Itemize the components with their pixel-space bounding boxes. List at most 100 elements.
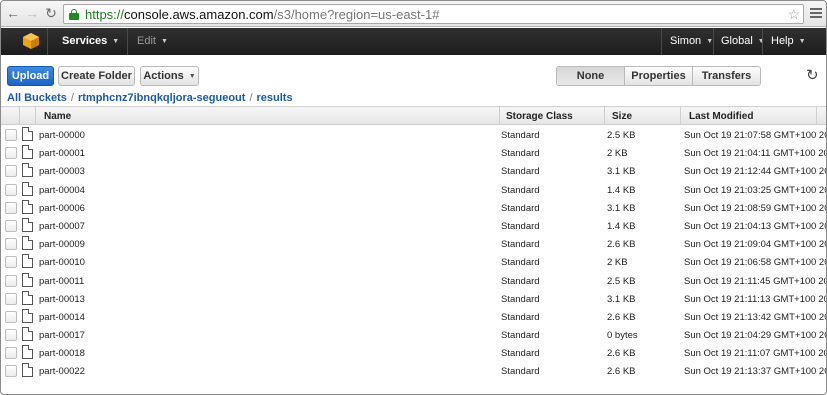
column-divider	[604, 107, 605, 125]
view-none-button[interactable]: None	[557, 67, 624, 85]
user-menu[interactable]: Simon ▼	[670, 35, 713, 47]
table-row[interactable]: part-00010 Standard 2 KB Sun Oct 19 21:06:5…	[1, 253, 826, 271]
column-header-storage-class[interactable]: Storage Class	[506, 111, 573, 122]
forward-icon[interactable]: →	[24, 5, 40, 21]
last-modified: Sun Oct 19 21:08:59 GMT+100 2014	[684, 202, 827, 214]
table-row[interactable]: part-00001 Standard 2 KB Sun Oct 19 21:04:1…	[1, 144, 826, 162]
column-header-name[interactable]: Name	[44, 111, 71, 122]
file-name[interactable]: part-00003	[39, 166, 85, 177]
file-size: 2.5 KB	[607, 130, 636, 141]
storage-class: Standard	[501, 257, 540, 269]
aws-top-nav: Services ▼ Edit ▼ Simon▼ Global▼ Help ▼	[1, 28, 826, 55]
file-name[interactable]: part-00014	[39, 312, 85, 323]
row-checkbox[interactable]	[5, 147, 17, 160]
file-name[interactable]: part-00013	[39, 294, 85, 305]
row-checkbox[interactable]	[5, 292, 17, 305]
row-checkbox[interactable]	[5, 183, 17, 196]
browser-window: ← → ↻ https://console.aws.amazon.com/s3/…	[0, 0, 827, 395]
file-name[interactable]: part-00006	[39, 203, 85, 214]
breadcrumb-folder[interactable]: results	[257, 92, 293, 104]
table-row[interactable]: part-00011 Standard 2.5 KB Sun Oct 19 21:11…	[1, 272, 826, 290]
browser-menu-icon[interactable]	[810, 8, 822, 19]
table-scrollbar[interactable]	[817, 125, 826, 380]
file-size: 2.6 KB	[607, 366, 636, 378]
row-checkbox[interactable]	[5, 256, 17, 269]
file-name[interactable]: part-00004	[39, 185, 85, 196]
url-host: console.aws.amazon.com	[124, 7, 274, 22]
table-row[interactable]: part-00018 Standard 2.6 KB Sun Oct 19 21:11…	[1, 344, 827, 362]
table-row[interactable]: part-00000 Standard 2.5 KB Sun Oct 19 21:07…	[1, 126, 827, 144]
breadcrumb-separator: /	[249, 92, 253, 104]
file-name[interactable]: part-00017	[39, 330, 85, 341]
storage-class: Standard	[501, 366, 540, 378]
table-header: Name Storage Class Size Last Modified	[1, 106, 826, 125]
last-modified: Sun Oct 19 21:09:04 GMT+100 2014	[684, 239, 827, 251]
row-checkbox[interactable]	[5, 238, 17, 251]
row-checkbox[interactable]	[5, 219, 17, 232]
nav-divider	[661, 28, 662, 55]
file-name[interactable]: part-00001	[39, 148, 85, 159]
file-icon	[22, 145, 33, 160]
help-menu[interactable]: Help ▼	[771, 35, 806, 47]
last-modified: Sun Oct 19 21:07:58 GMT+100 2014	[684, 130, 827, 141]
row-checkbox[interactable]	[5, 365, 17, 378]
table-row[interactable]: part-00009 Standard 2.6 KB Sun Oct 19 21:09…	[1, 235, 827, 253]
table-row[interactable]: part-00007 Standard 1.4 KB Sun Oct 19 21:04…	[1, 217, 826, 235]
file-name[interactable]: part-00011	[39, 276, 84, 287]
services-menu[interactable]: Services ▼	[62, 35, 119, 47]
file-name[interactable]: part-00000	[39, 130, 85, 141]
row-checkbox[interactable]	[5, 310, 17, 323]
lock-icon	[69, 9, 79, 20]
view-properties-button[interactable]: Properties	[624, 67, 692, 85]
reload-icon[interactable]: ↻	[43, 5, 59, 21]
refresh-icon[interactable]: ↻	[806, 68, 819, 84]
file-size: 0 bytes	[607, 330, 638, 342]
breadcrumb-all-buckets[interactable]: All Buckets	[7, 92, 67, 104]
create-folder-button[interactable]: Create Folder	[58, 66, 135, 86]
table-row[interactable]: part-00006 Standard 3.1 KB Sun Oct 19 21:08…	[1, 199, 827, 217]
back-icon[interactable]: ←	[5, 5, 21, 21]
table-row[interactable]: part-00017 Standard 0 bytes Sun Oct 19 21:0…	[1, 326, 826, 344]
address-bar[interactable]: https://console.aws.amazon.com/s3/home?r…	[63, 4, 804, 24]
row-checkbox[interactable]	[5, 129, 17, 141]
actions-button[interactable]: Actions ▼	[140, 66, 199, 86]
file-icon	[22, 272, 33, 287]
table-row[interactable]: part-00004 Standard 1.4 KB Sun Oct 19 21:03…	[1, 181, 826, 199]
edit-menu[interactable]: Edit ▼	[137, 35, 168, 47]
chevron-down-icon: ▼	[160, 38, 168, 45]
last-modified: Sun Oct 19 21:11:07 GMT+100 2014	[684, 348, 827, 360]
chevron-down-icon: ▼	[798, 38, 806, 45]
row-checkbox[interactable]	[5, 165, 17, 178]
file-name[interactable]: part-00022	[39, 366, 85, 377]
file-name[interactable]: part-00010	[39, 257, 85, 268]
file-name[interactable]: part-00018	[39, 348, 85, 359]
column-header-last-modified[interactable]: Last Modified	[689, 111, 753, 122]
nav-divider	[47, 28, 48, 55]
file-name[interactable]: part-00009	[39, 239, 85, 250]
table-row[interactable]: part-00014 Standard 2.6 KB Sun Oct 19 21:13…	[1, 308, 826, 326]
row-checkbox[interactable]	[5, 347, 17, 360]
aws-cube-icon[interactable]	[22, 32, 40, 50]
breadcrumb-separator: /	[70, 92, 74, 104]
nav-divider	[127, 28, 128, 55]
row-checkbox[interactable]	[5, 329, 17, 342]
last-modified: Sun Oct 19 21:12:44 GMT+100 2014	[684, 166, 827, 178]
column-divider	[680, 107, 681, 125]
file-icon	[22, 308, 33, 323]
view-transfers-button[interactable]: Transfers	[692, 67, 760, 85]
url-text[interactable]: https://console.aws.amazon.com/s3/home?r…	[85, 7, 439, 22]
table-row[interactable]: part-00013 Standard 3.1 KB Sun Oct 19 21:11…	[1, 290, 826, 308]
breadcrumb-bucket[interactable]: rtmphcnz7ibnqkqljora-segueout	[78, 92, 245, 104]
file-name[interactable]: part-00007	[39, 221, 85, 232]
table-row[interactable]: part-00003 Standard 3.1 KB Sun Oct 19 21:12…	[1, 162, 827, 180]
upload-button[interactable]: Upload	[7, 66, 54, 86]
bookmark-star-icon[interactable]: ☆	[787, 5, 800, 23]
row-checkbox[interactable]	[5, 274, 17, 287]
region-menu[interactable]: Global▼	[721, 35, 765, 47]
last-modified: Sun Oct 19 21:13:37 GMT+100 2014	[684, 366, 827, 378]
table-row[interactable]: part-00022 Standard 2.6 KB Sun Oct 19 21:13…	[1, 362, 827, 380]
storage-class: Standard	[501, 239, 540, 251]
row-checkbox[interactable]	[5, 201, 17, 214]
file-list: part-00000 Standard 2.5 KB Sun Oct 19 21:07…	[1, 126, 827, 381]
column-header-size[interactable]: Size	[612, 111, 632, 122]
